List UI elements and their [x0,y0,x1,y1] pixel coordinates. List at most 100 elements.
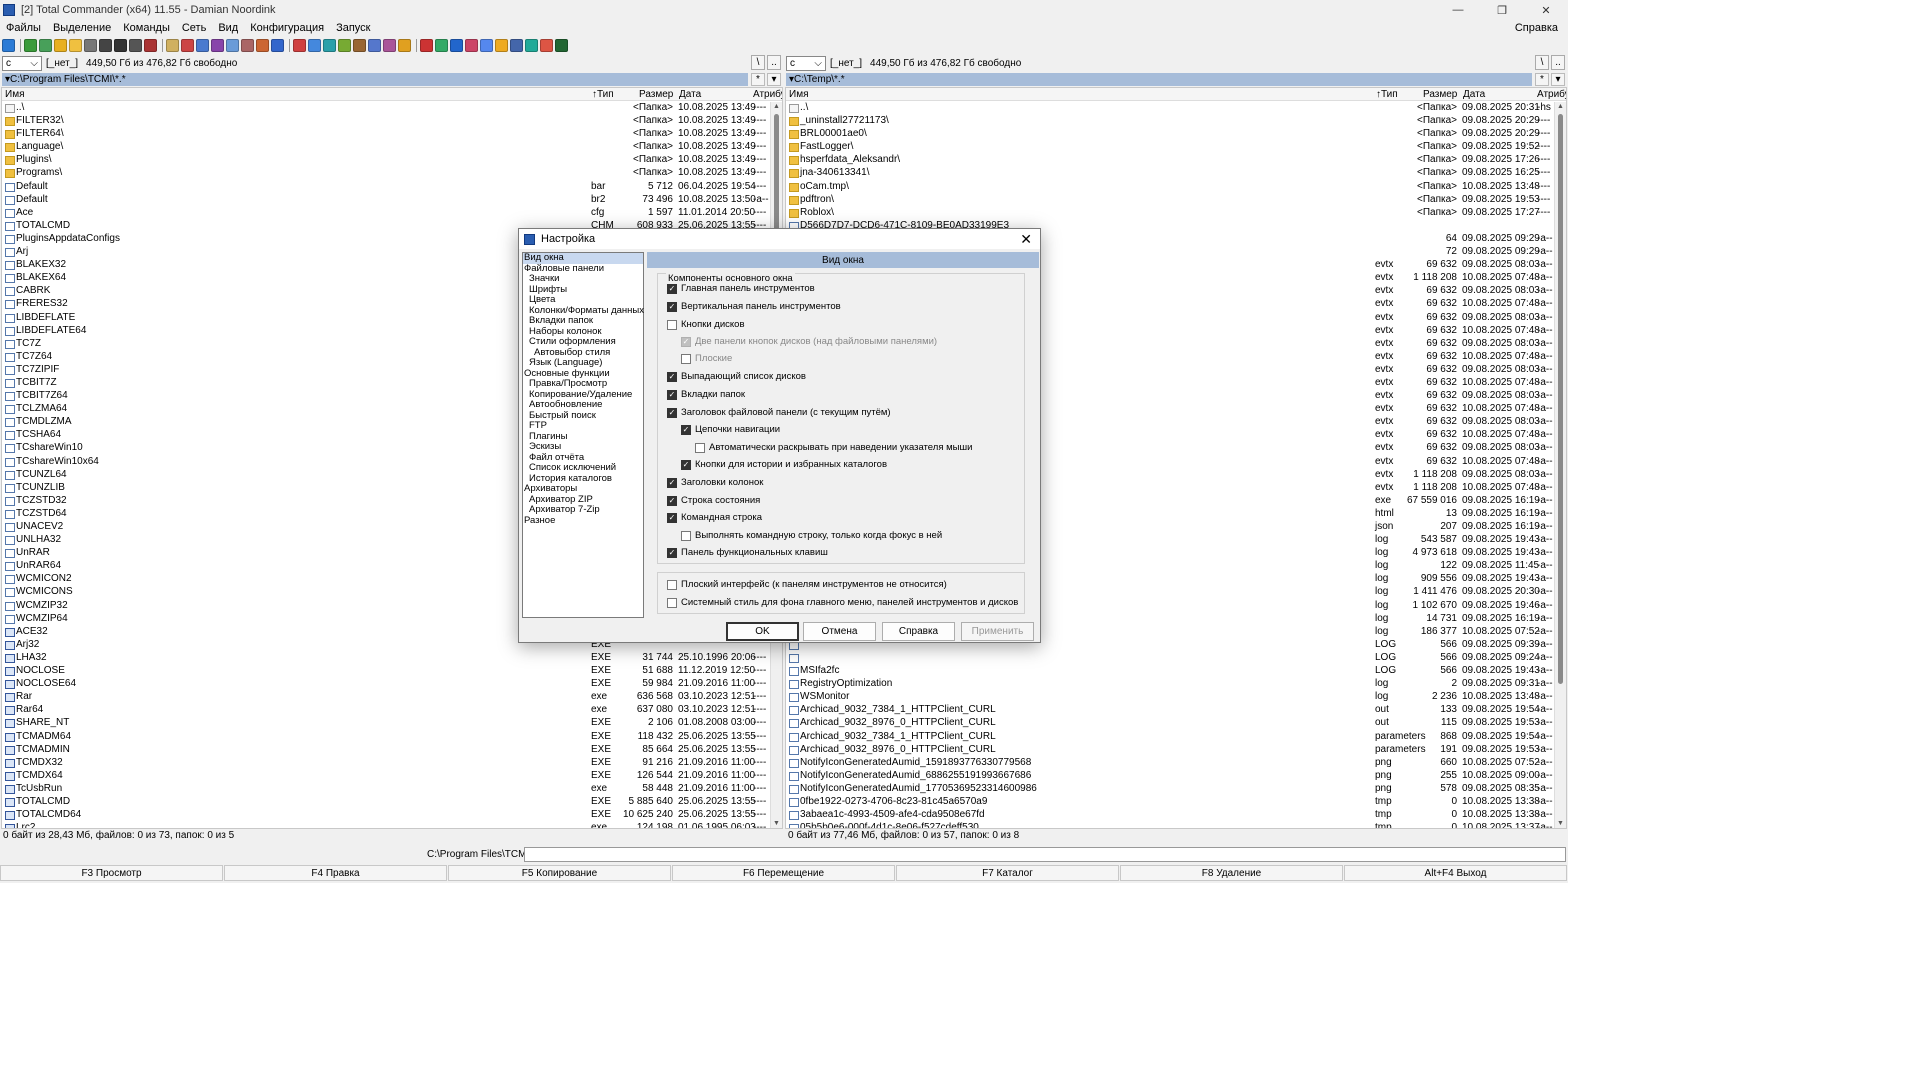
option-checkbox[interactable]: Кнопки дисков [667,319,745,330]
help-button[interactable]: Справка [882,622,955,641]
toolbar-button-icon[interactable] [39,38,52,52]
toolbar-button-icon[interactable] [450,38,463,52]
scroll-down-icon[interactable]: ▼ [773,820,780,827]
file-row[interactable]: TOTALCMD64 EXE 10 625 240 25.06.2025 13:55-… [2,809,770,822]
file-row[interactable]: LHA32 EXE 31 744 25.10.1996 20:06 ---- [2,652,770,665]
scroll-down-icon[interactable]: ▼ [1557,820,1564,827]
file-row[interactable]: ..\ <Папка> 10.08.2025 13:49 ---- [2,102,770,115]
toolbar-button-icon[interactable] [510,38,523,52]
toolbar-button-icon[interactable] [181,38,194,52]
option-checkbox[interactable]: Автоматически раскрывать при наведении у… [695,442,972,453]
file-row[interactable]: Archicad_9032_8976_0_HTTPClient_CURL out 1… [786,717,1554,730]
left-drive-select[interactable]: c ⌵ [2,55,42,71]
file-row[interactable]: NOCLOSE EXE 51 688 11.12.2019 12:50 ---- [2,665,770,678]
dialog-close-icon[interactable]: ✕ [1020,231,1032,248]
toolbar-button-icon[interactable] [555,38,568,52]
toolbar-button-icon[interactable] [480,38,493,52]
col-date[interactable]: Дата [679,89,701,100]
checkbox-box[interactable] [667,579,677,590]
option-checkbox[interactable]: ✓ Вкладки папок [667,389,745,400]
toolbar-button-icon[interactable] [166,38,179,52]
toolbar-button-icon[interactable] [241,38,254,52]
file-row[interactable]: Rar64 exe 637 080 03.10.2023 12:51 ---- [2,704,770,717]
col-size[interactable]: Размер [1423,89,1457,100]
toolbar-button-icon[interactable] [323,38,336,52]
toolbar-button-icon[interactable] [308,38,321,52]
checkbox-box[interactable]: ✓ [681,459,691,470]
right-root-button[interactable]: \ [1535,55,1549,70]
menu-item-2[interactable]: Команды [123,22,170,34]
right-drive-select[interactable]: c ⌵ [786,55,826,71]
file-row[interactable]: Lrc2 exe 124 198 01.06.1995 06:03 ---- [2,822,770,828]
file-row[interactable]: Ace cfg 1 597 11.01.2014 20:50 ---- [2,207,770,220]
right-path-bar[interactable]: ▾C:\Temp\*.* [786,73,1532,86]
left-root-button[interactable]: \ [751,55,765,70]
left-path-bar[interactable]: ▾C:\Program Files\TCMI\*.* [2,73,748,86]
file-row[interactable]: Default bar 5 712 06.04.2025 19:54 ---- [2,181,770,194]
option-checkbox[interactable]: ✓ Вертикальная панель инструментов [667,301,841,312]
menu-item-6[interactable]: Запуск [336,22,370,34]
menu-help[interactable]: Справка [1515,22,1558,34]
file-row[interactable]: TCMDX64 EXE 126 544 21.09.2016 11:00 ---- [2,770,770,783]
toolbar-button-icon[interactable] [24,38,37,52]
tree-item[interactable]: Цвета [523,294,643,306]
checkbox-box[interactable]: ✓ [667,407,677,418]
checkbox-box[interactable]: ✓ [667,389,677,400]
tree-item[interactable]: Стили оформления [523,336,643,348]
file-row[interactable]: Programs\ <Папка> 10.08.2025 13:49 ---- [2,167,770,180]
toolbar-button-icon[interactable] [383,38,396,52]
toolbar-button-icon[interactable] [2,38,15,52]
file-row[interactable]: NotifyIconGeneratedAumid_159189377633077… [786,757,1554,770]
col-attr[interactable]: Атрибу [1537,89,1566,100]
toolbar-button-icon[interactable] [540,38,553,52]
tree-item[interactable]: Значки [523,273,643,285]
option-checkbox[interactable]: ✓ Выпадающий список дисков [667,371,806,382]
file-row[interactable]: _uninstall27721173\ <Папка> 09.08.2025 20:… [786,115,1554,128]
right-scrollbar[interactable]: ▲ ▼ [1554,102,1566,828]
fkey-button-7[interactable]: F7 Каталог [896,865,1119,881]
file-row[interactable]: TcUsbRun exe 58 448 21.09.2016 11:00 ---- [2,783,770,796]
toolbar-button-icon[interactable] [54,38,67,52]
checkbox-box[interactable]: ✓ [667,547,677,558]
file-row[interactable]: BRL00001ae0\ <Папка> 09.08.2025 20:29 ---- [786,128,1554,141]
toolbar-button-icon[interactable] [114,38,127,52]
right-history-button[interactable]: * [1535,73,1549,86]
scroll-up-icon[interactable]: ▲ [1557,103,1564,110]
col-name[interactable]: Имя [789,89,808,100]
file-row[interactable]: Archicad_9032_8976_0_HTTPClient_CURL para… [786,744,1554,757]
tree-item[interactable]: Архиваторы [523,483,643,495]
scroll-up-icon[interactable]: ▲ [773,103,780,110]
option-checkbox[interactable]: ✓ Панель функциональных клавиш [667,547,828,558]
fkey-button-9[interactable]: Alt+F4 Выход [1344,865,1567,881]
menu-item-5[interactable]: Конфигурация [250,22,324,34]
fkey-button-6[interactable]: F6 Перемещение [672,865,895,881]
left-up-button[interactable]: .. [767,55,781,70]
file-row[interactable]: TCMADMIN EXE 85 664 25.06.2025 13:55 ---- [2,744,770,757]
file-row[interactable]: 0fbe1922-0273-4706-8c23-81c45a6570a9 tmp 0… [786,796,1554,809]
toolbar-button-icon[interactable] [144,38,157,52]
file-row[interactable]: Language\ <Папка> 10.08.2025 13:49 ---- [2,141,770,154]
checkbox-box[interactable]: ✓ [667,371,677,382]
file-row[interactable]: RegistryOptimization log 2 09.08.2025 09:31… [786,678,1554,691]
tree-item[interactable]: Список исключений [523,462,643,474]
tree-item[interactable]: Вкладки папок [523,315,643,327]
left-favorites-button[interactable]: ▾ [767,73,781,86]
toolbar-button-icon[interactable] [353,38,366,52]
toolbar-button-icon[interactable] [84,38,97,52]
right-up-button[interactable]: .. [1551,55,1565,70]
file-row[interactable]: Archicad_9032_7384_1_HTTPClient_CURL out 1… [786,704,1554,717]
toolbar-button-icon[interactable] [271,38,284,52]
fkey-button-3[interactable]: F3 Просмотр [0,865,223,881]
option-checkbox[interactable]: ✓ Кнопки для истории и избранных каталого… [681,459,887,470]
minimize-button[interactable]: — [1436,0,1480,20]
file-row[interactable]: oCam.tmp\ <Папка> 10.08.2025 13:48 ---- [786,181,1554,194]
checkbox-box[interactable]: ✓ [667,512,677,523]
file-row[interactable]: MSIfa2fc LOG 566 09.08.2025 19:43 -a-- [786,665,1554,678]
file-row[interactable]: SHARE_NT EXE 2 106 01.08.2008 03:00 ---- [2,717,770,730]
file-row[interactable]: Default br2 73 496 10.08.2025 13:50 -a-- [2,194,770,207]
col-type[interactable]: ↑Тип [592,89,614,100]
file-row[interactable]: jna-340613341\ <Папка> 09.08.2025 16:25 ---… [786,167,1554,180]
close-button[interactable]: ✕ [1524,0,1568,20]
col-date[interactable]: Дата [1463,89,1485,100]
tree-item[interactable]: Разное [523,515,643,527]
